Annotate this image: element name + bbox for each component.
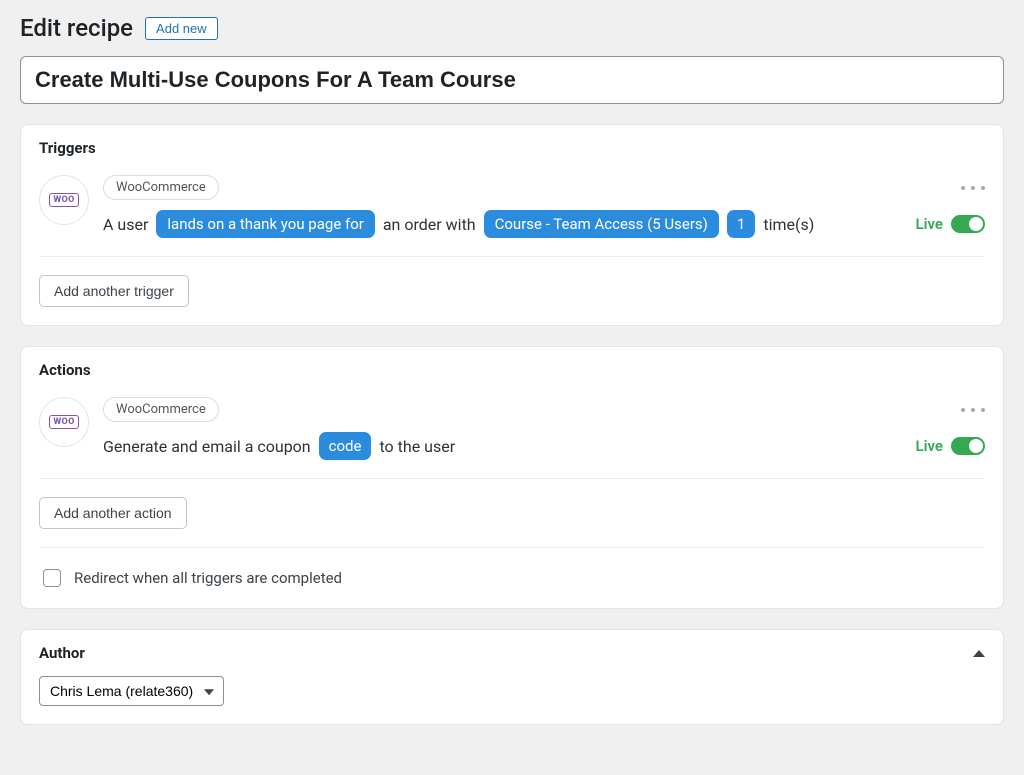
action-text: Generate and email a coupon	[103, 437, 311, 456]
woocommerce-icon: WOO	[39, 397, 89, 447]
triggers-panel: Triggers WOO WooCommerce A user lands on…	[20, 124, 1004, 326]
trigger-more-menu[interactable]	[961, 186, 985, 190]
trigger-item[interactable]: WOO WooCommerce A user lands on a thank …	[39, 175, 985, 238]
action-text: to the user	[379, 437, 455, 456]
trigger-text: an order with	[383, 215, 476, 234]
redirect-option: Redirect when all triggers are completed	[39, 566, 985, 590]
trigger-status-label: Live	[916, 215, 944, 233]
trigger-sentence: A user lands on a thank you page for an …	[103, 210, 985, 238]
redirect-label: Redirect when all triggers are completed	[74, 569, 342, 587]
woocommerce-icon: WOO	[39, 175, 89, 225]
trigger-token-event[interactable]: lands on a thank you page for	[156, 210, 374, 238]
integration-chip: WooCommerce	[103, 175, 219, 200]
author-panel: Author Chris Lema (relate360)	[20, 629, 1004, 725]
add-action-button[interactable]: Add another action	[39, 497, 187, 529]
woo-badge: WOO	[49, 193, 78, 207]
action-more-menu[interactable]	[961, 408, 985, 412]
action-sentence: Generate and email a coupon code to the …	[103, 432, 985, 460]
author-select[interactable]: Chris Lema (relate360)	[39, 676, 224, 706]
trigger-text: A user	[103, 215, 148, 234]
recipe-title-input[interactable]	[20, 56, 1004, 104]
action-token-code[interactable]: code	[319, 432, 372, 460]
author-heading: Author	[39, 644, 85, 662]
page-title: Edit recipe	[20, 14, 133, 42]
integration-chip: WooCommerce	[103, 397, 219, 422]
woo-badge: WOO	[49, 415, 78, 429]
action-status-toggle[interactable]	[951, 437, 985, 455]
add-trigger-button[interactable]: Add another trigger	[39, 275, 189, 307]
collapse-icon[interactable]	[973, 650, 985, 657]
actions-panel: Actions WOO WooCommerce Generate and ema…	[20, 346, 1004, 609]
divider	[39, 256, 985, 257]
redirect-checkbox[interactable]	[43, 569, 61, 587]
divider	[39, 547, 985, 548]
divider	[39, 478, 985, 479]
trigger-token-product[interactable]: Course - Team Access (5 Users)	[484, 210, 719, 238]
add-new-button[interactable]: Add new	[145, 17, 218, 40]
actions-heading: Actions	[39, 361, 985, 379]
trigger-text: time(s)	[763, 215, 814, 234]
triggers-heading: Triggers	[39, 139, 985, 157]
trigger-token-count[interactable]: 1	[727, 210, 755, 238]
trigger-status-toggle[interactable]	[951, 215, 985, 233]
action-item[interactable]: WOO WooCommerce Generate and email a cou…	[39, 397, 985, 460]
action-status-label: Live	[916, 437, 944, 455]
